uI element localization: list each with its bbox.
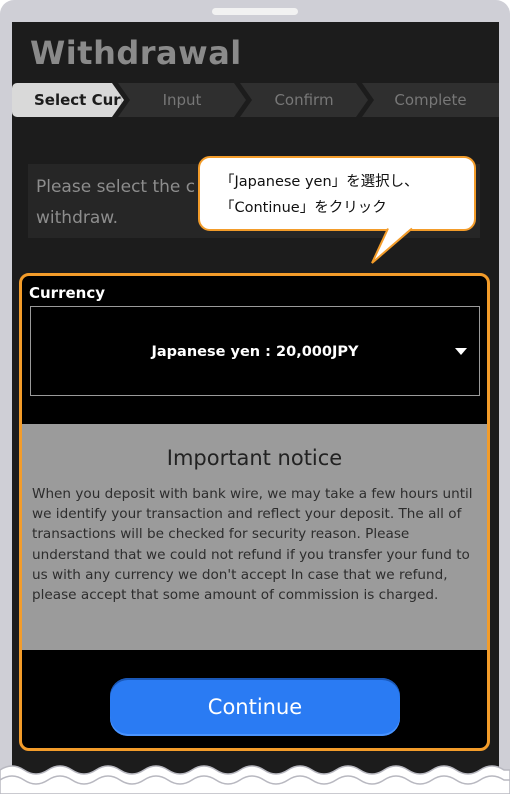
currency-select[interactable]: Japanese yen : 20,000JPY [30,306,480,396]
step-progress: Input Confirm Complete Select Currency [12,83,499,117]
step-input-label: Input [162,91,202,109]
step-complete-label: Complete [394,91,467,109]
speaker-slot [212,8,298,15]
step-confirm-label: Confirm [274,91,334,109]
callout-pointer [371,227,413,264]
step-select-currency: Select Currency [12,83,124,117]
callout-line-1: 「Japanese yen」を選択し、 [220,174,419,190]
page-title: Withdrawal [30,34,242,72]
step-confirm: Confirm [240,83,368,117]
app-screen: Withdrawal Input Confirm Complete Select… [12,22,499,782]
phone-frame: Withdrawal Input Confirm Complete Select… [0,0,510,794]
step-select-currency-label: Select Currency [34,91,121,109]
continue-button[interactable]: Continue [110,678,400,736]
important-notice: Important notice When you deposit with b… [22,424,487,650]
callout-line-2: 「Continue」をクリック [220,200,387,216]
notice-body: When you deposit with bank wire, we may … [32,486,473,604]
notice-title: Important notice [166,446,343,470]
annotation-callout: 「Japanese yen」を選択し、 「Continue」をクリック [198,156,476,231]
step-input: Input [118,83,246,117]
step-complete: Complete [362,83,499,117]
torn-edge-decoration [0,765,510,794]
dropdown-arrow-icon [455,348,467,355]
currency-selected-value: Japanese yen : 20,000JPY [151,344,359,360]
currency-panel-highlight: Currency Japanese yen : 20,000JPY Import… [19,273,490,751]
currency-label: Currency [29,284,106,302]
